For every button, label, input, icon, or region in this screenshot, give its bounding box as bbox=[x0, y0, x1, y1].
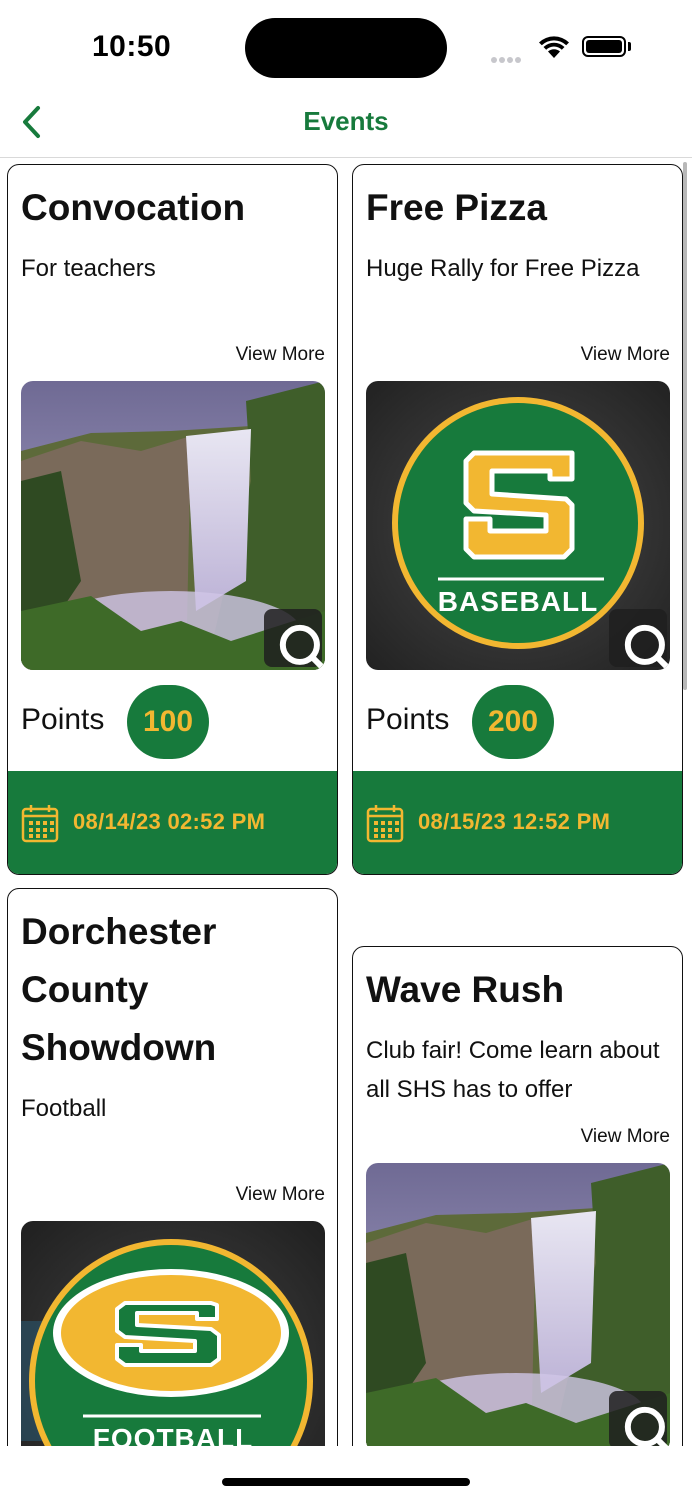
event-title: Convocation bbox=[21, 187, 246, 228]
event-image[interactable] bbox=[366, 1163, 670, 1446]
event-image[interactable]: FOOTBALL bbox=[21, 1221, 325, 1446]
zoom-button[interactable] bbox=[609, 609, 670, 670]
cellular-signal-icon bbox=[491, 50, 523, 68]
event-image[interactable] bbox=[21, 381, 325, 670]
status-bar: 10:50 bbox=[0, 0, 692, 96]
event-image[interactable]: BASEBALL bbox=[366, 381, 670, 670]
event-title: Wave Rush bbox=[366, 969, 565, 1010]
event-date: 08/15/23 12:52 PM bbox=[418, 809, 611, 834]
points-label: Points bbox=[366, 703, 450, 736]
home-indicator[interactable] bbox=[222, 1478, 470, 1486]
date-bar: 08/15/23 12:52 PM bbox=[353, 771, 682, 874]
wifi-icon bbox=[537, 34, 571, 65]
event-card[interactable]: Convocation For teachers View More Point… bbox=[7, 164, 338, 875]
zoom-button[interactable] bbox=[609, 1391, 669, 1446]
event-description: Club fair! Come learn about all SHS has … bbox=[366, 1037, 660, 1103]
dynamic-island bbox=[245, 18, 447, 78]
event-description: For teachers bbox=[21, 255, 156, 282]
points-row: Points 200 bbox=[366, 685, 676, 759]
view-more-link[interactable]: View More bbox=[236, 344, 325, 366]
calendar-icon bbox=[366, 803, 404, 848]
event-card[interactable]: Dorchester County Showdown Football View… bbox=[7, 888, 338, 1446]
event-card[interactable]: Free Pizza Huge Rally for Free Pizza Vie… bbox=[352, 164, 683, 875]
events-grid: Convocation For teachers View More Point… bbox=[0, 158, 692, 1446]
date-bar: 08/14/23 02:52 PM bbox=[8, 771, 337, 874]
battery-tip bbox=[628, 42, 631, 51]
event-title: Dorchester County Showdown bbox=[21, 911, 217, 1068]
points-badge: 100 bbox=[127, 685, 209, 759]
event-date: 08/14/23 02:52 PM bbox=[73, 809, 266, 834]
scroll-indicator[interactable] bbox=[683, 162, 687, 690]
view-more-link[interactable]: View More bbox=[236, 1184, 325, 1206]
points-label: Points bbox=[21, 703, 105, 736]
event-title: Free Pizza bbox=[366, 187, 547, 228]
football-logo-text: FOOTBALL bbox=[92, 1423, 254, 1446]
event-description: Huge Rally for Free Pizza bbox=[366, 255, 640, 282]
points-row: Points 100 bbox=[21, 685, 331, 759]
event-description: Football bbox=[21, 1095, 107, 1122]
view-more-link[interactable]: View More bbox=[581, 344, 670, 366]
calendar-icon bbox=[21, 803, 59, 848]
zoom-button[interactable] bbox=[264, 609, 325, 670]
navigation-bar: Events bbox=[0, 96, 692, 158]
event-card[interactable]: Wave Rush Club fair! Come learn about al… bbox=[352, 946, 683, 1446]
view-more-link[interactable]: View More bbox=[581, 1126, 670, 1148]
page-title: Events bbox=[303, 106, 389, 136]
status-time: 10:50 bbox=[92, 30, 172, 63]
points-badge: 200 bbox=[472, 685, 554, 759]
battery-icon bbox=[582, 36, 626, 57]
